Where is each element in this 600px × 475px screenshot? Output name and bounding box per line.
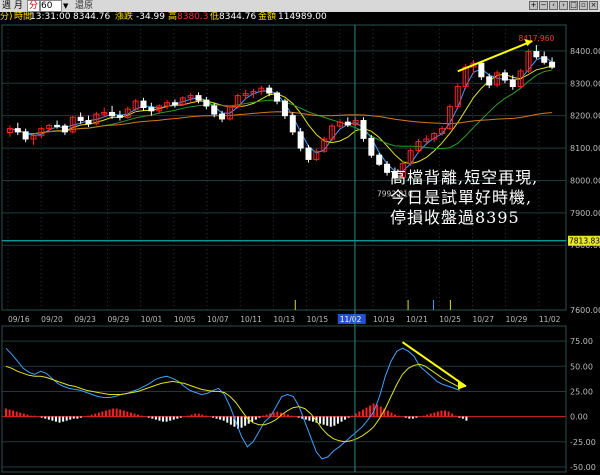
annotations: 7813.8307992.8108417.960 (2, 25, 600, 472)
axes: 8400.00 8300.00 8200.00 8100.00 8000.00 7900.… (1, 24, 600, 473)
y-tick-label: 7900.00 (570, 209, 600, 218)
x-tick-label: 09/29 (108, 315, 130, 324)
candle-body (171, 102, 178, 105)
candle-body (116, 115, 123, 118)
high-price-label: 8417.960 (518, 34, 554, 43)
candle-body (274, 92, 281, 102)
candle-body (384, 163, 391, 173)
candle-body (195, 95, 202, 101)
candle-body (140, 100, 147, 109)
macd-y-tick-label: 0.00 (570, 413, 588, 422)
candle-body (501, 72, 508, 81)
y-tick-label: 8400.00 (570, 47, 600, 56)
candle-body (305, 147, 312, 160)
candle-body (549, 61, 556, 68)
candle-body (478, 62, 485, 78)
candle-body (61, 125, 68, 133)
candle-body (486, 76, 493, 86)
candle-body (77, 116, 84, 122)
macd-lines (5, 347, 461, 460)
macd-y-tick-label: 75.00 (570, 337, 593, 346)
candle-body (266, 87, 273, 94)
ma-slow-line (9, 69, 553, 150)
x-tick-label: 10/13 (273, 315, 295, 324)
candle-body (219, 113, 226, 120)
y-tick-label: 8200.00 (570, 112, 600, 121)
y-tick-label: 8100.00 (570, 144, 600, 153)
x-tick-label: 10/19 (373, 315, 395, 324)
macd-y-tick-label: 25.00 (570, 387, 593, 396)
divergence-arrow-price (457, 40, 533, 73)
x-tick-label: 11/02 (539, 315, 561, 324)
y-tick-label: 7600.00 (570, 306, 600, 315)
candle-body (376, 154, 383, 165)
analysis-comment: 高檔背離,短空再現, 今日是試單好時機, 停損收盤過8395 (390, 168, 538, 228)
candle-body (289, 115, 296, 133)
x-tick-label: 10/15 (307, 315, 329, 324)
macd-y-tick-label: -25.00 (570, 438, 596, 447)
comment-line: 今日是試單好時機, (390, 188, 533, 207)
candle-body (109, 111, 116, 117)
x-tick-label: 10/21 (406, 315, 428, 324)
candle-body (533, 51, 540, 58)
candle-body (22, 131, 29, 140)
x-tick-label: 10/07 (207, 315, 229, 324)
x-tick-label: 10/29 (506, 315, 528, 324)
macd-y-tick-label: 50.00 (570, 362, 593, 371)
current-price-label: 7813.830 (569, 237, 600, 246)
macd-y-tick-label: -50.00 (570, 463, 596, 472)
moving-average-lines (9, 56, 553, 172)
candle-body (85, 120, 92, 125)
ma-fast-line (9, 56, 553, 172)
x-tick-label: 10/01 (141, 315, 163, 324)
x-tick-label: 10/05 (174, 315, 196, 324)
x-tick-label: 10/27 (472, 315, 494, 324)
candle-body (541, 56, 548, 63)
macd-grid (2, 340, 566, 468)
candle-body (297, 131, 304, 149)
divergence-arrow-macd (401, 341, 467, 388)
ma-mid-line (9, 65, 553, 165)
candle-body (14, 128, 21, 133)
candle-body (344, 121, 351, 126)
x-tick-label: 09/16 (8, 315, 30, 324)
x-tick-label: 09/23 (74, 315, 96, 324)
x-tick-label: 11/02 (340, 315, 362, 324)
macd-panel-border (1, 325, 567, 473)
candle-body (203, 99, 210, 107)
macd-histogram (5, 403, 468, 429)
y-tick-label: 8300.00 (570, 79, 600, 88)
candle-body (281, 100, 288, 117)
comment-line: 高檔背離,短空再現, (390, 168, 539, 187)
y-tick-label: 8000.00 (570, 176, 600, 185)
candle-body (211, 105, 218, 115)
candle-body (360, 120, 367, 139)
stock-chart[interactable]: 8400.00 8300.00 8200.00 8100.00 8000.00 7900.… (0, 0, 600, 475)
macd-dif-line (5, 347, 461, 460)
x-tick-label: 10/25 (439, 315, 461, 324)
x-tick-label: 10/11 (240, 315, 262, 324)
candle-body (368, 137, 375, 156)
macd-dea-line (5, 363, 461, 443)
candle-body (148, 107, 155, 112)
comment-line: 停損收盤過8395 (390, 208, 520, 227)
candle-body (509, 79, 516, 88)
x-tick-label: 09/20 (41, 315, 63, 324)
candle-body (54, 124, 61, 127)
